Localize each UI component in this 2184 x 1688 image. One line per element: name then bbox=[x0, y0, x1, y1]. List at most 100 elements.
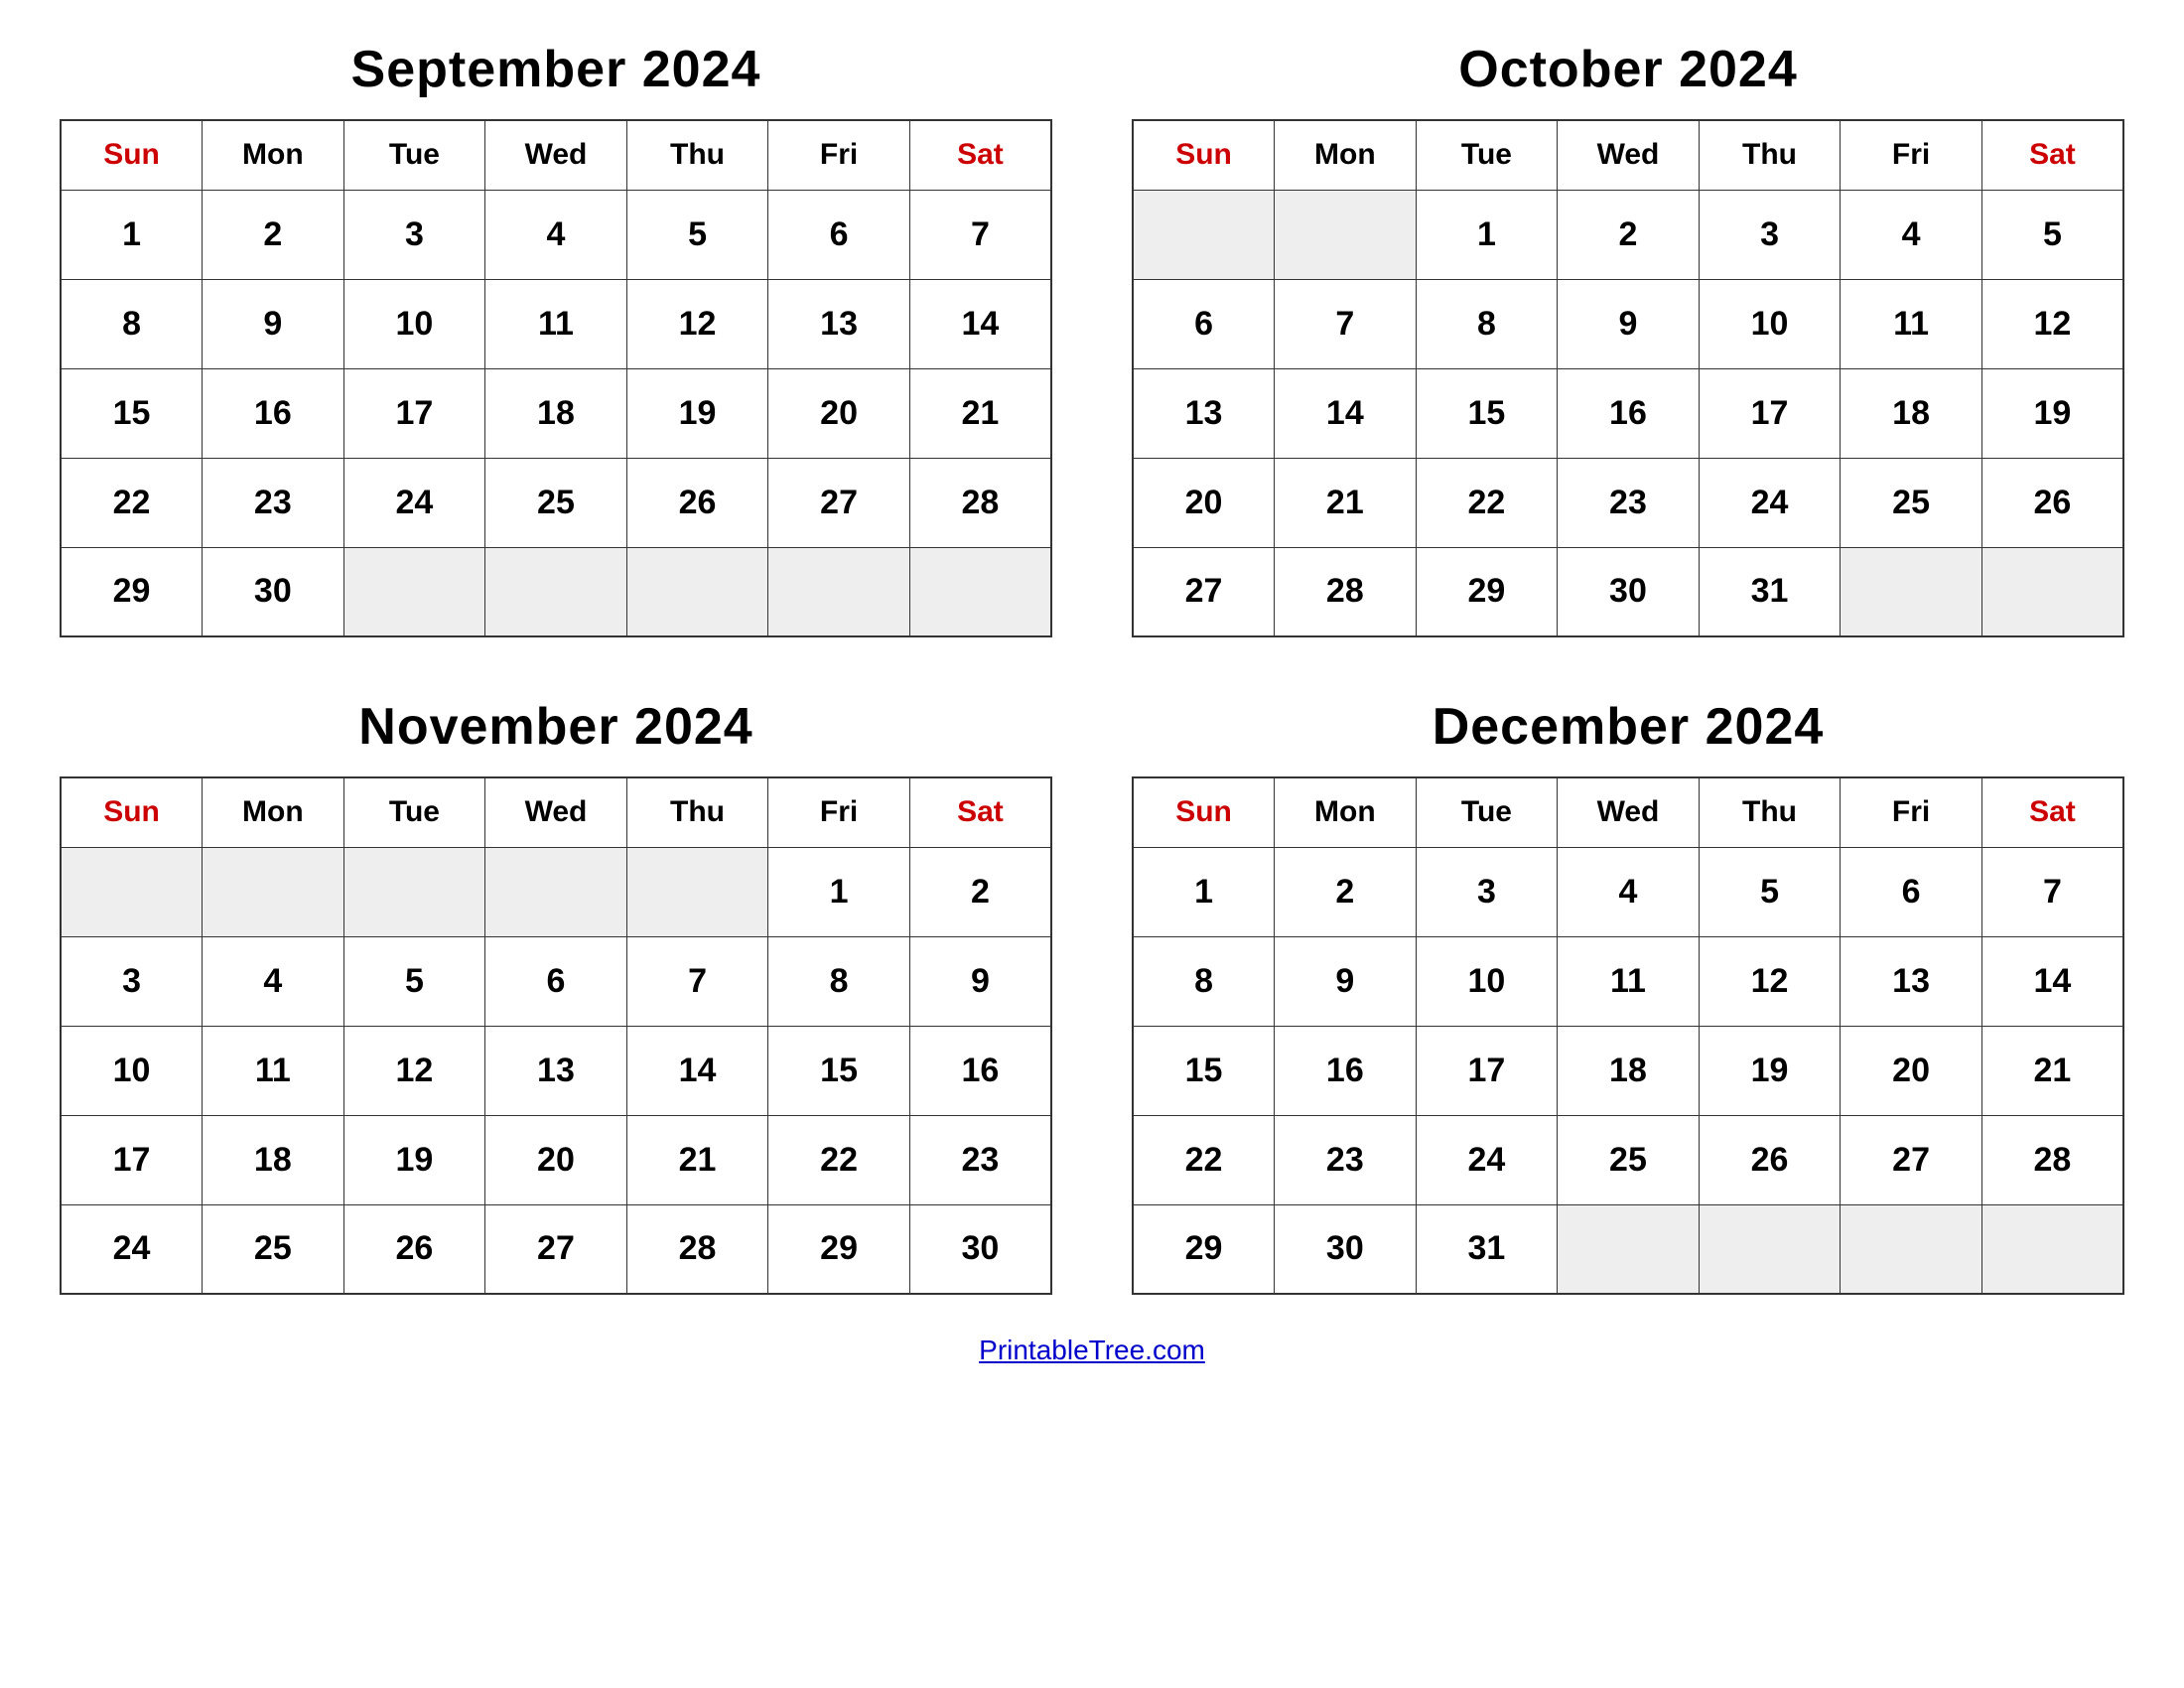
table-cell: 8 bbox=[768, 936, 910, 1026]
table-cell: 15 bbox=[768, 1026, 910, 1115]
header-day-Sat: Sat bbox=[909, 120, 1051, 190]
table-cell: 11 bbox=[1841, 279, 1982, 368]
table-cell: 17 bbox=[1416, 1026, 1558, 1115]
table-cell: 3 bbox=[1416, 847, 1558, 936]
table-cell: 18 bbox=[203, 1115, 344, 1204]
table-cell: 16 bbox=[203, 368, 344, 458]
table-cell: 16 bbox=[1558, 368, 1700, 458]
table-cell bbox=[485, 547, 627, 636]
table-cell: 10 bbox=[1416, 936, 1558, 1026]
table-cell: 23 bbox=[203, 458, 344, 547]
table-cell: 22 bbox=[61, 458, 203, 547]
table-cell: 25 bbox=[1558, 1115, 1700, 1204]
table-cell bbox=[909, 547, 1051, 636]
calendar-november-2024: November 2024SunMonTueWedThuFriSat123456… bbox=[60, 697, 1052, 1295]
calendar-table-september-2024: SunMonTueWedThuFriSat1234567891011121314… bbox=[60, 119, 1052, 637]
header-day-Tue: Tue bbox=[343, 777, 485, 847]
table-cell: 31 bbox=[1699, 547, 1841, 636]
table-cell: 8 bbox=[1133, 936, 1275, 1026]
calendar-title-october-2024: October 2024 bbox=[1458, 40, 1798, 99]
table-cell: 17 bbox=[1699, 368, 1841, 458]
calendar-table-december-2024: SunMonTueWedThuFriSat1234567891011121314… bbox=[1132, 776, 2124, 1295]
calendar-december-2024: December 2024SunMonTueWedThuFriSat123456… bbox=[1132, 697, 2124, 1295]
header-day-Fri: Fri bbox=[1841, 777, 1982, 847]
table-cell: 26 bbox=[1981, 458, 2123, 547]
table-cell bbox=[61, 847, 203, 936]
calendar-september-2024: September 2024SunMonTueWedThuFriSat12345… bbox=[60, 40, 1052, 637]
table-cell: 10 bbox=[61, 1026, 203, 1115]
header-day-Wed: Wed bbox=[1558, 120, 1700, 190]
table-cell bbox=[1558, 1204, 1700, 1294]
table-cell bbox=[1981, 1204, 2123, 1294]
header-day-Mon: Mon bbox=[203, 777, 344, 847]
table-cell: 24 bbox=[1416, 1115, 1558, 1204]
table-cell: 6 bbox=[1841, 847, 1982, 936]
header-day-Wed: Wed bbox=[485, 777, 627, 847]
table-cell: 22 bbox=[768, 1115, 910, 1204]
table-cell: 6 bbox=[768, 190, 910, 279]
header-day-Sat: Sat bbox=[1981, 120, 2123, 190]
table-cell: 28 bbox=[909, 458, 1051, 547]
table-cell bbox=[626, 847, 768, 936]
calendar-october-2024: October 2024SunMonTueWedThuFriSat1234567… bbox=[1132, 40, 2124, 637]
table-cell: 28 bbox=[1275, 547, 1417, 636]
table-cell: 21 bbox=[1275, 458, 1417, 547]
table-cell: 27 bbox=[485, 1204, 627, 1294]
table-cell: 7 bbox=[626, 936, 768, 1026]
table-cell: 29 bbox=[1416, 547, 1558, 636]
header-day-Sun: Sun bbox=[61, 120, 203, 190]
table-cell: 3 bbox=[1699, 190, 1841, 279]
table-cell: 9 bbox=[1558, 279, 1700, 368]
header-day-Thu: Thu bbox=[626, 120, 768, 190]
table-cell: 12 bbox=[1981, 279, 2123, 368]
table-cell: 17 bbox=[61, 1115, 203, 1204]
table-cell: 26 bbox=[343, 1204, 485, 1294]
header-day-Tue: Tue bbox=[1416, 120, 1558, 190]
table-cell: 2 bbox=[203, 190, 344, 279]
table-cell: 26 bbox=[626, 458, 768, 547]
table-cell: 16 bbox=[909, 1026, 1051, 1115]
table-cell bbox=[1133, 190, 1275, 279]
table-cell: 4 bbox=[1558, 847, 1700, 936]
table-cell: 7 bbox=[1275, 279, 1417, 368]
header-day-Mon: Mon bbox=[1275, 777, 1417, 847]
header-day-Mon: Mon bbox=[203, 120, 344, 190]
table-cell bbox=[343, 547, 485, 636]
header-day-Sun: Sun bbox=[1133, 777, 1275, 847]
header-day-Thu: Thu bbox=[626, 777, 768, 847]
header-day-Thu: Thu bbox=[1699, 777, 1841, 847]
table-cell: 4 bbox=[485, 190, 627, 279]
footer: PrintableTree.com bbox=[979, 1335, 1205, 1366]
table-cell: 3 bbox=[61, 936, 203, 1026]
table-cell: 4 bbox=[203, 936, 344, 1026]
table-cell bbox=[1275, 190, 1417, 279]
calendars-grid: September 2024SunMonTueWedThuFriSat12345… bbox=[60, 40, 2124, 1295]
header-day-Tue: Tue bbox=[343, 120, 485, 190]
table-cell: 23 bbox=[1558, 458, 1700, 547]
table-cell bbox=[485, 847, 627, 936]
footer-link[interactable]: PrintableTree.com bbox=[979, 1335, 1205, 1365]
calendar-title-december-2024: December 2024 bbox=[1433, 697, 1825, 757]
table-cell: 15 bbox=[61, 368, 203, 458]
table-cell bbox=[1699, 1204, 1841, 1294]
header-day-Sat: Sat bbox=[909, 777, 1051, 847]
header-day-Thu: Thu bbox=[1699, 120, 1841, 190]
table-cell: 12 bbox=[1699, 936, 1841, 1026]
table-cell: 21 bbox=[626, 1115, 768, 1204]
table-cell: 2 bbox=[1558, 190, 1700, 279]
header-day-Sat: Sat bbox=[1981, 777, 2123, 847]
table-cell: 8 bbox=[1416, 279, 1558, 368]
calendar-table-november-2024: SunMonTueWedThuFriSat1234567891011121314… bbox=[60, 776, 1052, 1295]
calendar-table-october-2024: SunMonTueWedThuFriSat1234567891011121314… bbox=[1132, 119, 2124, 637]
table-cell: 8 bbox=[61, 279, 203, 368]
table-cell: 7 bbox=[909, 190, 1051, 279]
table-cell: 23 bbox=[1275, 1115, 1417, 1204]
table-cell bbox=[343, 847, 485, 936]
table-cell: 5 bbox=[1699, 847, 1841, 936]
header-day-Tue: Tue bbox=[1416, 777, 1558, 847]
table-cell: 20 bbox=[768, 368, 910, 458]
table-cell: 9 bbox=[909, 936, 1051, 1026]
table-cell: 18 bbox=[1841, 368, 1982, 458]
table-cell: 5 bbox=[343, 936, 485, 1026]
table-cell: 30 bbox=[1558, 547, 1700, 636]
